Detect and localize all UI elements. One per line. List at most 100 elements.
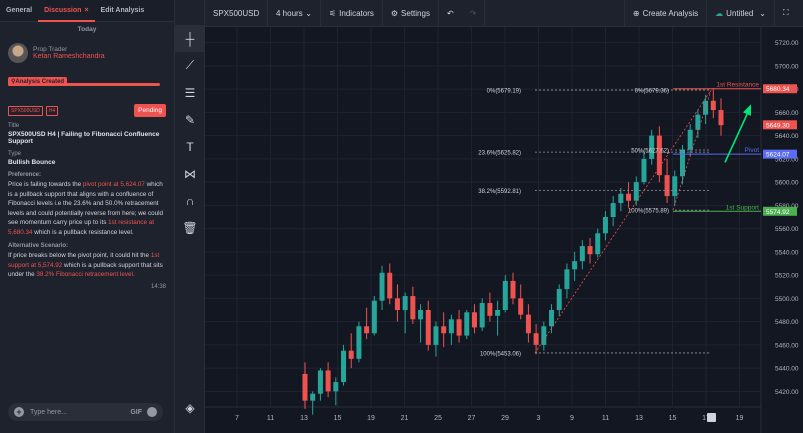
price-tick-label: 5600.00 [775, 180, 799, 187]
candle-body [325, 370, 331, 392]
candle-body [418, 310, 424, 320]
avatar[interactable] [8, 43, 28, 63]
fib-retracement-icon[interactable]: ☰ [175, 79, 205, 106]
chat-placeholder[interactable]: Type here... [30, 409, 67, 416]
candle-body [479, 303, 485, 328]
create-analysis-button[interactable]: ⊕ Create Analysis [623, 0, 708, 27]
candle-body [302, 373, 308, 401]
candle-body [379, 272, 385, 301]
candle-body [595, 233, 601, 255]
crosshair-icon[interactable]: ┼ [175, 25, 205, 52]
time-tick-label: 15 [669, 415, 677, 422]
price-tick-label: 5660.00 [775, 110, 799, 117]
chat-input[interactable]: + Type here... GIF [8, 403, 163, 421]
time-tick-label: 29 [501, 415, 509, 422]
layers-icon[interactable]: ◈ [175, 394, 205, 421]
plus-circle-icon: ⊕ [632, 8, 640, 18]
preference-text: Price is failing towards the pivot point… [8, 180, 166, 237]
price-tick-label: 5720.00 [775, 40, 799, 47]
close-icon[interactable]: × [84, 7, 88, 14]
indicators-button[interactable]: ⚟ Indicators [321, 0, 383, 27]
author-role: Prop Trader [33, 46, 68, 53]
time-tick-label: 19 [736, 415, 744, 422]
candle-body [695, 114, 701, 130]
time-tick-label: 21 [401, 415, 409, 422]
candle-body [718, 110, 724, 126]
candle-body [649, 135, 655, 159]
analysis-panel: General Discussion × Edit Analysis Today … [0, 0, 175, 433]
price-tick-label: 5480.00 [775, 319, 799, 326]
emoji-icon[interactable] [147, 407, 157, 417]
analysis-created-text: Analysis Created [15, 79, 65, 85]
fullscreen-button[interactable]: ⛶ [775, 0, 803, 27]
brush-icon[interactable]: ✎ [175, 106, 205, 133]
fib-label-2: 50%(5627.62) [631, 149, 669, 155]
candle-body [487, 303, 493, 316]
settings-label: Settings [401, 8, 430, 18]
candle-body [518, 298, 524, 315]
candle-body [533, 333, 539, 345]
undo-button[interactable]: ↶ [439, 0, 462, 27]
trash-icon[interactable]: 🗑 [175, 214, 205, 241]
candle-body [433, 326, 439, 345]
candle-body [364, 326, 370, 334]
status-badge[interactable]: Pending [134, 104, 166, 117]
candle-body [387, 272, 393, 299]
time-tick-label: 11 [267, 415, 274, 422]
add-icon[interactable]: + [14, 407, 24, 417]
candle-body [502, 280, 508, 310]
candle-body [610, 203, 616, 217]
candle-body [356, 326, 362, 359]
time-tick-label: 19 [367, 415, 375, 422]
symbol-badge: SPX500USD [8, 105, 43, 116]
author-name[interactable]: Ketan Rameshchandra [33, 53, 105, 60]
magnet-icon[interactable]: ∩ [175, 187, 205, 214]
level-name: Pivot [745, 147, 760, 154]
layout-name: Untitled [726, 8, 754, 18]
tab-edit-analysis[interactable]: Edit Analysis [95, 0, 151, 22]
candle-body [410, 296, 416, 320]
candle-body [348, 350, 354, 359]
fib-highlight: 38.2% Fibonacci retracement level. [36, 271, 135, 278]
analysis-type: Bullish Bounce [8, 159, 56, 166]
create-analysis-label: Create Analysis [642, 8, 699, 18]
message-author: Prop Trader Ketan Rameshchandra [8, 43, 174, 63]
price-tick-label: 5440.00 [775, 366, 799, 373]
tab-discussion[interactable]: Discussion × [38, 0, 95, 22]
redo-button[interactable]: ↷ [462, 0, 486, 27]
preference-text-1: Price is failing towards the [8, 181, 83, 188]
candle-body [310, 393, 316, 401]
symbol-search[interactable]: SPX500USD [205, 0, 268, 27]
analysis-title: SPX500USD H4 | Failing to Fibonacci Conf… [8, 131, 160, 145]
trend-line-icon[interactable]: ⟋ [175, 52, 205, 79]
chart-canvas[interactable]: 5720.005700.005680.005660.005640.005620.… [205, 27, 803, 433]
time-tick-label: 27 [468, 415, 476, 422]
candle-body [441, 326, 447, 334]
type-label: Type [8, 151, 22, 157]
candle-body [402, 296, 408, 310]
price-tick-label: 5640.00 [775, 133, 799, 140]
level-name: 1st Resistance [716, 82, 759, 89]
preference-label: Preference: [8, 172, 42, 178]
layout-dropdown[interactable]: ☁ Untitled ⌄ [707, 0, 775, 27]
candle-body [549, 310, 555, 327]
indicators-icon: ⚟ [329, 8, 337, 18]
alternative-text: If price breaks below the pivot point, i… [8, 251, 166, 280]
price-tick-label: 5560.00 [775, 226, 799, 233]
tab-general[interactable]: General [0, 0, 38, 22]
analysis-details: Title SPX500USD H4 | Failing to Fibonacc… [8, 123, 166, 280]
candle-body [626, 193, 632, 201]
gif-button[interactable]: GIF [130, 409, 142, 416]
candle-body [710, 100, 716, 111]
settings-button[interactable]: ⚙ Settings [383, 0, 439, 27]
interval-dropdown[interactable]: 4 hours ⌄ [268, 0, 321, 27]
text-icon[interactable]: T [175, 133, 205, 160]
alternative-text-1: If price breaks below the pivot point, i… [8, 252, 151, 259]
candle-body [510, 280, 516, 299]
pattern-icon[interactable]: ⋈ [175, 160, 205, 187]
candle-body [371, 300, 377, 334]
price-chart[interactable]: 5720.005700.005680.005660.005640.005620.… [205, 27, 803, 433]
candle-body [448, 319, 454, 334]
title-label: Title [8, 123, 20, 129]
alternative-label: Alternative Scenario: [8, 243, 69, 249]
